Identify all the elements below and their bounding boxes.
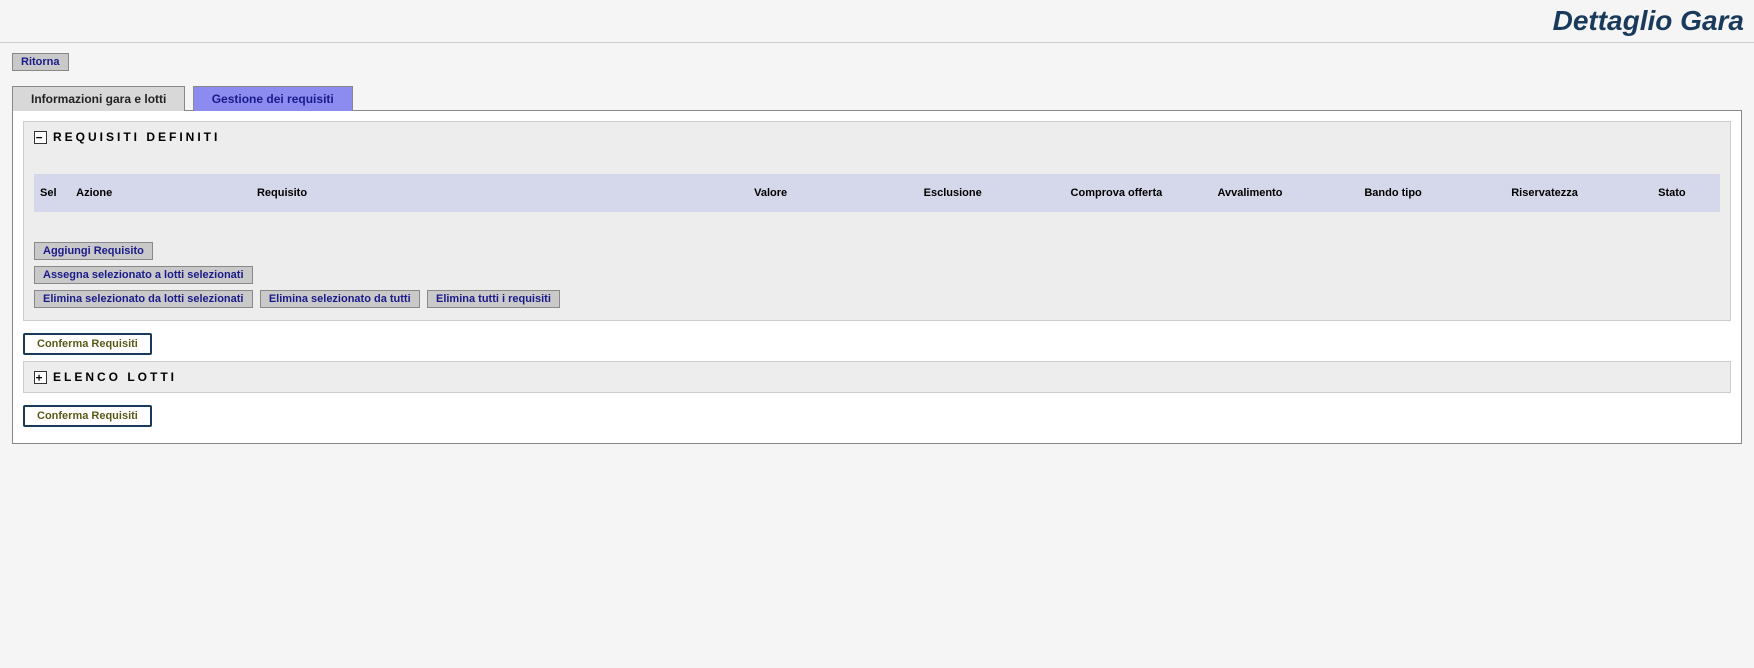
col-riservatezza: Riservatezza: [1505, 174, 1652, 212]
col-requisito: Requisito: [251, 174, 748, 212]
col-sel: Sel: [34, 174, 70, 212]
col-bando: Bando tipo: [1358, 174, 1505, 212]
col-stato: Stato: [1652, 174, 1720, 212]
section-elenco-lotti: + ELENCO LOTTI: [23, 361, 1731, 393]
elimina-selezionato-tutti-button[interactable]: Elimina selezionato da tutti: [260, 290, 420, 308]
section-title-requisiti: REQUISITI DEFINITI: [53, 130, 220, 144]
collapse-icon[interactable]: −: [34, 131, 47, 144]
col-esclusione: Esclusione: [918, 174, 1065, 212]
col-azione: Azione: [70, 174, 251, 212]
conferma-requisiti-button-bottom[interactable]: Conferma Requisiti: [23, 405, 152, 427]
expand-icon[interactable]: +: [34, 371, 47, 384]
content-panel: − REQUISITI DEFINITI Sel Azione Requisit…: [12, 110, 1742, 444]
section-header-lotti: + ELENCO LOTTI: [34, 370, 1720, 384]
section-requisiti-definiti: − REQUISITI DEFINITI Sel Azione Requisit…: [23, 121, 1731, 321]
col-avvalimento: Avvalimento: [1211, 174, 1358, 212]
tab-bar: Informazioni gara e lotti Gestione dei r…: [0, 85, 1754, 110]
col-valore: Valore: [748, 174, 918, 212]
requisiti-table: Sel Azione Requisito Valore Esclusione C…: [34, 174, 1720, 212]
return-button[interactable]: Ritorna: [12, 53, 69, 71]
conferma-requisiti-button-top[interactable]: Conferma Requisiti: [23, 333, 152, 355]
col-comprova: Comprova offerta: [1065, 174, 1212, 212]
tab-informazioni[interactable]: Informazioni gara e lotti: [12, 86, 185, 111]
assegna-selezionato-button[interactable]: Assegna selezionato a lotti selezionati: [34, 266, 253, 284]
elimina-selezionato-lotti-button[interactable]: Elimina selezionato da lotti selezionati: [34, 290, 253, 308]
aggiungi-requisito-button[interactable]: Aggiungi Requisito: [34, 242, 153, 260]
tab-gestione-requisiti[interactable]: Gestione dei requisiti: [193, 86, 353, 111]
divider: [0, 42, 1754, 43]
section-header-requisiti: − REQUISITI DEFINITI: [34, 130, 1720, 144]
page-title: Dettaglio Gara: [0, 0, 1754, 42]
elimina-tutti-requisiti-button[interactable]: Elimina tutti i requisiti: [427, 290, 560, 308]
section-title-lotti: ELENCO LOTTI: [53, 370, 177, 384]
